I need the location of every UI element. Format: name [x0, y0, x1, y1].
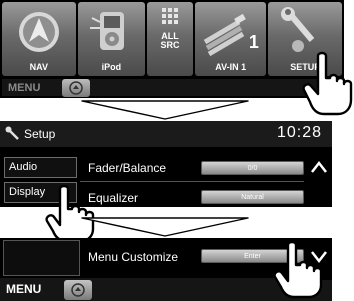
source-ipod-button[interactable]: iPod: [77, 2, 146, 76]
source-label: AV-IN 1: [215, 62, 247, 72]
nav-globe-icon: [19, 12, 59, 52]
eject-icon: [69, 81, 83, 95]
wrench-icon: [5, 126, 19, 140]
scroll-up-icon[interactable]: [309, 159, 329, 175]
grid-icon: [162, 8, 179, 24]
fader-balance-button[interactable]: 0/0: [201, 161, 304, 175]
sidebar-item-audio[interactable]: Audio: [4, 157, 77, 178]
source-label-line2: SRC: [160, 40, 180, 50]
row-label: Menu Customize: [88, 250, 179, 264]
eject-icon: [71, 283, 85, 297]
source-av-in-button[interactable]: 1 AV-IN 1: [194, 2, 267, 76]
row-label: Fader/Balance: [88, 161, 167, 175]
pointing-hand-icon: [273, 241, 332, 299]
page-title: Setup: [24, 127, 56, 141]
eject-button[interactable]: [62, 79, 90, 97]
source-label: NAV: [29, 62, 48, 72]
sidebar-item-blank: [3, 240, 80, 276]
down-arrow-icon: [81, 100, 249, 120]
source-all-src-button[interactable]: ALL SRC: [147, 2, 193, 76]
equalizer-button[interactable]: Natural: [201, 190, 304, 204]
source-row: NAV iPod ALL SRC 1 AV-IN 1 SETUP: [2, 2, 342, 76]
eject-button[interactable]: [64, 280, 92, 300]
menu-button[interactable]: MENU: [6, 282, 41, 296]
source-label: ALL SRC: [147, 32, 193, 50]
av-in-badge: 1: [248, 32, 259, 52]
source-label: iPod: [101, 62, 122, 72]
home-screen: NAV iPod ALL SRC 1 AV-IN 1 SETUP MENU: [0, 0, 344, 98]
down-arrow-icon: [81, 217, 249, 237]
ipod-icon: [89, 12, 124, 50]
pointing-hand-icon: [302, 51, 353, 116]
setup-header: Setup 10:28: [0, 121, 332, 147]
source-nav-button[interactable]: NAV: [2, 2, 76, 76]
row-divider: [80, 181, 304, 182]
clock: 10:28: [276, 124, 322, 141]
menu-button[interactable]: MENU: [2, 80, 58, 96]
